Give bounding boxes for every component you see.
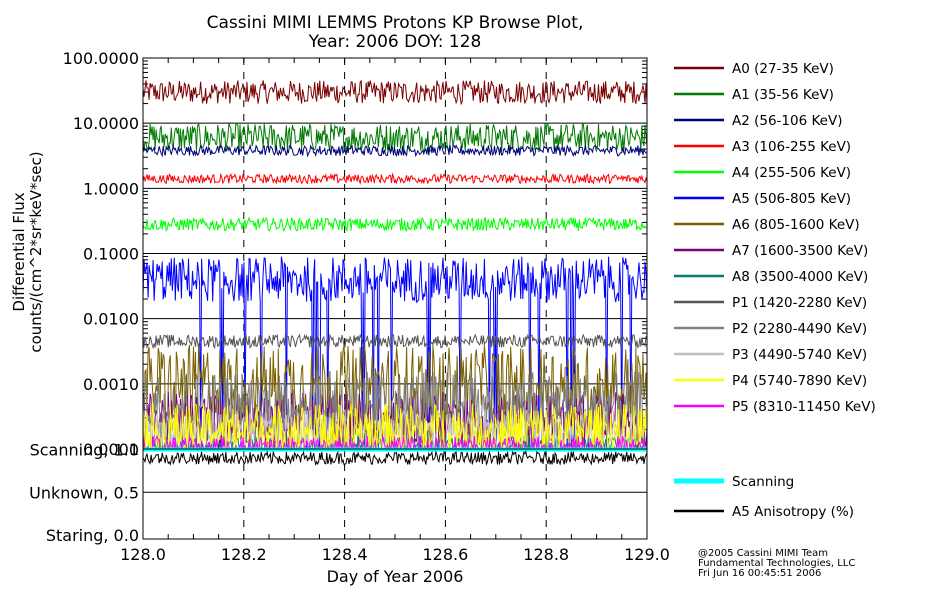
title-line-1: Cassini MIMI LEMMS Protons KP Browse Plo… xyxy=(207,13,584,33)
legend-label: A0 (27-35 KeV) xyxy=(732,61,834,77)
y-axis-label: Differential Flux counts/(cm^2*sr*keV*se… xyxy=(10,151,45,352)
x-tick-label: 129.0 xyxy=(624,545,670,564)
legend-label: P4 (5740-7890 KeV) xyxy=(732,373,867,389)
legend-label: P5 (8310-11450 KeV) xyxy=(732,399,876,415)
y-tick-label: 0.0100 xyxy=(83,310,139,329)
legend-label: A6 (805-1600 KeV) xyxy=(732,217,860,233)
legend-label: P2 (2280-4490 KeV) xyxy=(732,321,867,337)
legend-label: A8 (3500-4000 KeV) xyxy=(732,269,868,285)
legend-label: P3 (4490-5740 KeV) xyxy=(732,347,867,363)
legend-label: A7 (1600-3500 KeV) xyxy=(732,243,868,259)
lower-y-tick-label: Scanning, 1.0 xyxy=(30,441,139,460)
legend-label: A1 (35-56 KeV) xyxy=(732,87,834,103)
x-tick-label: 128.0 xyxy=(120,545,166,564)
series-line-0 xyxy=(143,79,647,106)
y-tick-label: 1.0000 xyxy=(83,179,139,198)
series-line-3 xyxy=(143,172,647,185)
legend-label: A3 (106-255 KeV) xyxy=(732,139,851,155)
lower-y-tick-label: Staring, 0.0 xyxy=(46,526,139,545)
y-tick-labels: 0.00010.00100.01000.10001.000010.0000100… xyxy=(29,49,139,545)
legend: A0 (27-35 KeV) A1 (35-56 KeV) A2 (56-106 K… xyxy=(674,61,876,520)
anisotropy-line xyxy=(142,450,648,467)
credit-line-3: Fri Jun 16 00:45:51 2006 xyxy=(698,568,821,579)
legend-label: A5 (506-805 KeV) xyxy=(732,191,851,207)
y-label-line-2: counts/(cm^2*sr*keV*sec) xyxy=(27,151,45,352)
x-tick-label: 128.6 xyxy=(422,545,468,564)
y-tick-label: 0.1000 xyxy=(83,245,139,264)
x-tick-label: 128.2 xyxy=(221,545,267,564)
x-tick-label: 128.4 xyxy=(322,545,368,564)
legend-label: A5 Anisotropy (%) xyxy=(732,504,854,520)
y-label-line-1: Differential Flux xyxy=(10,192,28,311)
legend-label: Scanning xyxy=(732,474,794,490)
credits: @2005 Cassini MIMI Team Fundamental Tech… xyxy=(698,548,855,579)
legend-label: A2 (56-106 KeV) xyxy=(732,113,842,129)
x-tick-label: 128.8 xyxy=(523,545,569,564)
browse-plot: Cassini MIMI LEMMS Protons KP Browse Plo… xyxy=(10,13,876,586)
y-tick-label: 0.0010 xyxy=(83,375,139,394)
x-axis-label: Day of Year 2006 xyxy=(327,567,464,586)
x-tick-labels: 128.0 128.2 128.4 128.6 128.8 129.0 xyxy=(120,545,670,564)
title-line-2: Year: 2006 DOY: 128 xyxy=(308,32,482,52)
legend-label: A4 (255-506 KeV) xyxy=(732,165,851,181)
lower-panel xyxy=(142,447,648,493)
series-layer xyxy=(143,79,647,449)
y-tick-label: 10.0000 xyxy=(73,114,139,133)
lower-y-tick-label: Unknown, 0.5 xyxy=(29,483,139,502)
series-line-4 xyxy=(143,216,647,232)
chart-title: Cassini MIMI LEMMS Protons KP Browse Plo… xyxy=(207,13,584,52)
y-tick-label: 100.0000 xyxy=(63,49,139,68)
legend-label: P1 (1420-2280 KeV) xyxy=(732,295,867,311)
